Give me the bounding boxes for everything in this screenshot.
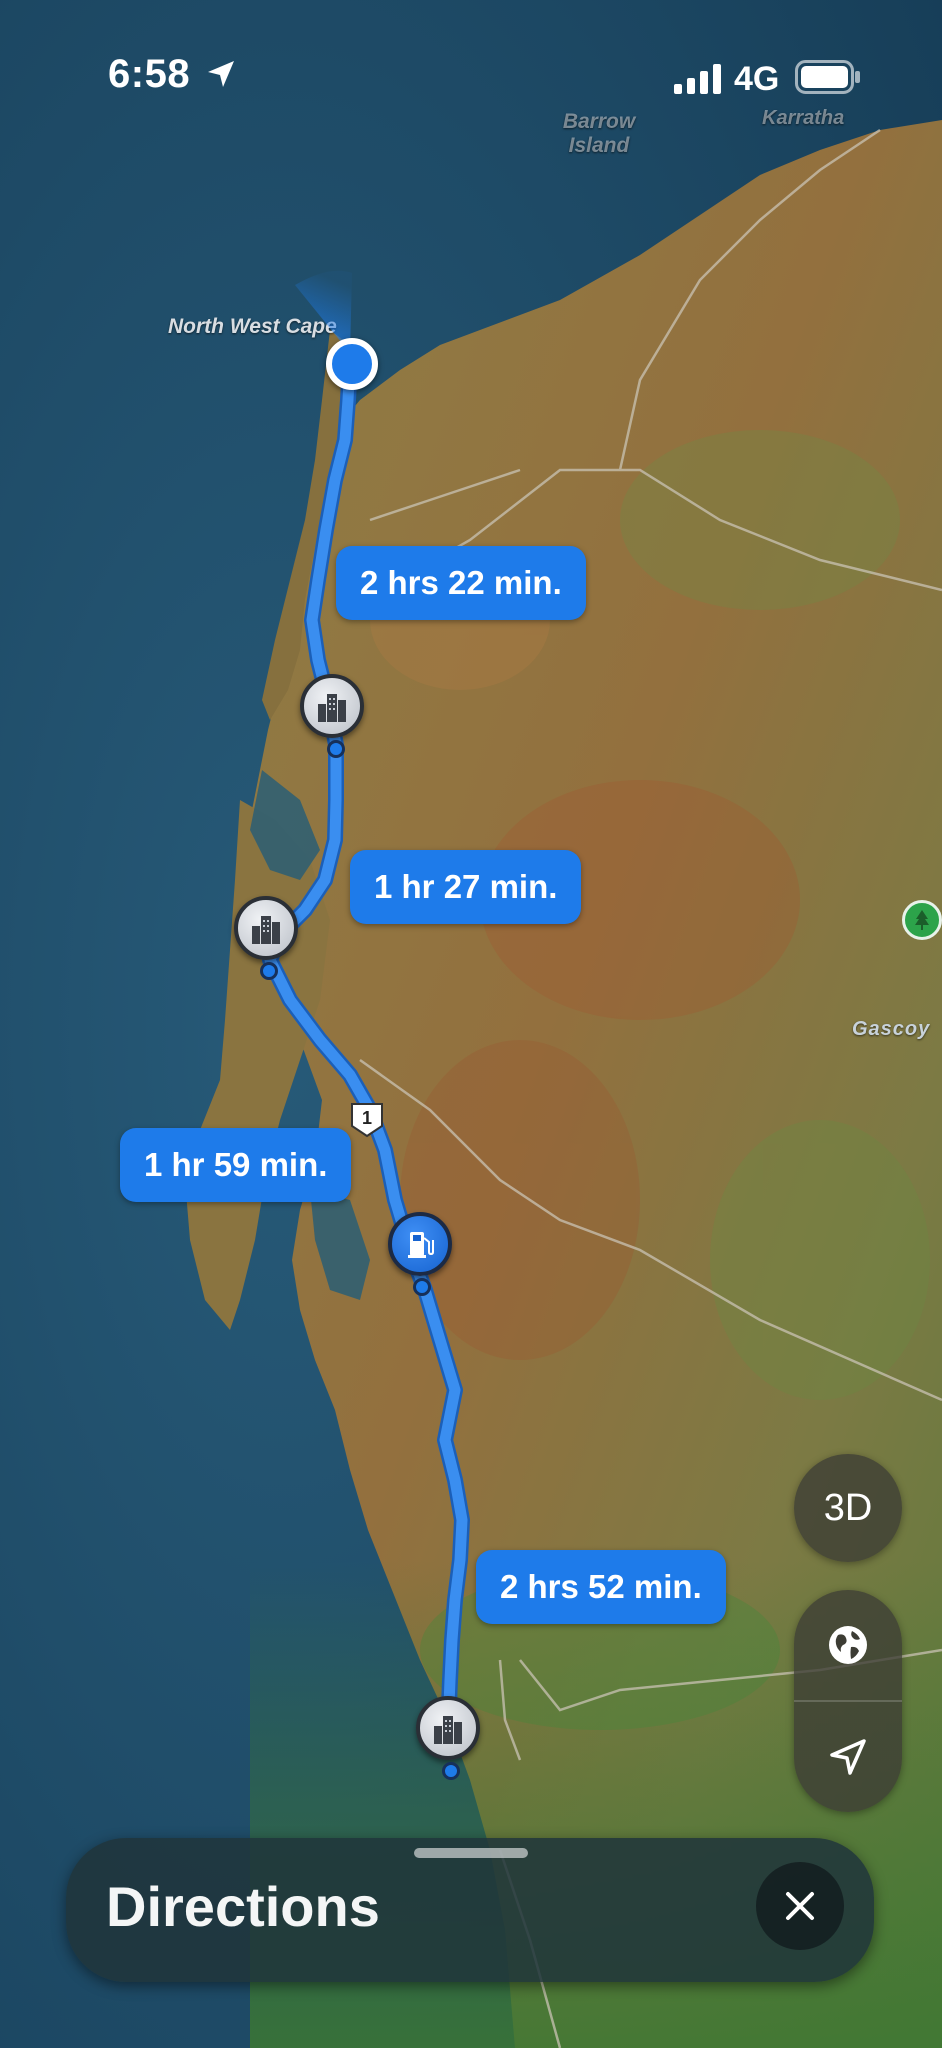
city-pin-3-anchor <box>442 1762 460 1780</box>
current-location-dot[interactable] <box>326 338 378 390</box>
city-pin-2-anchor <box>260 962 278 980</box>
svg-text:1: 1 <box>362 1108 372 1128</box>
city-icon <box>434 1716 462 1744</box>
eta-bubble-3[interactable]: 1 hr 59 min. <box>120 1128 352 1202</box>
status-bar: 6:58 4G <box>0 0 942 150</box>
cellular-signal-icon <box>674 64 721 94</box>
map-controls-group <box>794 1590 902 1812</box>
battery-icon <box>795 60 860 94</box>
locate-me-button[interactable] <box>794 1702 902 1812</box>
eta-bubble-2[interactable]: 1 hr 27 min. <box>350 850 582 924</box>
fuel-pin-anchor <box>413 1278 431 1296</box>
eta-bubble-4[interactable]: 2 hrs 52 min. <box>476 1550 726 1624</box>
fuel-pin[interactable] <box>388 1212 452 1276</box>
place-label-gascoyne: Gascoy <box>852 1018 931 1040</box>
location-arrow-icon <box>208 61 234 87</box>
three-d-button[interactable]: 3D <box>794 1454 902 1562</box>
park-pin[interactable] <box>902 900 942 940</box>
eta-bubble-1[interactable]: 2 hrs 22 min. <box>336 546 586 620</box>
status-time: 6:58 <box>108 52 191 96</box>
sheet-grabber[interactable] <box>414 1848 528 1858</box>
globe-button[interactable] <box>794 1590 902 1700</box>
highway-shield-icon: 1 <box>351 1103 383 1138</box>
fuel-pump-icon <box>408 1232 434 1258</box>
close-icon <box>786 1892 814 1920</box>
city-icon <box>252 916 280 944</box>
city-pin-3[interactable] <box>416 1696 480 1760</box>
city-pin-1[interactable] <box>300 674 364 738</box>
network-type: 4G <box>734 60 780 98</box>
sheet-title: Directions <box>106 1875 380 1938</box>
city-icon <box>318 694 346 722</box>
city-pin-1-anchor <box>327 740 345 758</box>
close-button[interactable] <box>756 1862 844 1950</box>
globe-icon <box>829 1626 867 1664</box>
city-pin-2[interactable] <box>234 896 298 960</box>
tree-icon <box>915 910 929 930</box>
three-d-label: 3D <box>823 1486 873 1529</box>
location-arrow-icon <box>830 1739 866 1775</box>
